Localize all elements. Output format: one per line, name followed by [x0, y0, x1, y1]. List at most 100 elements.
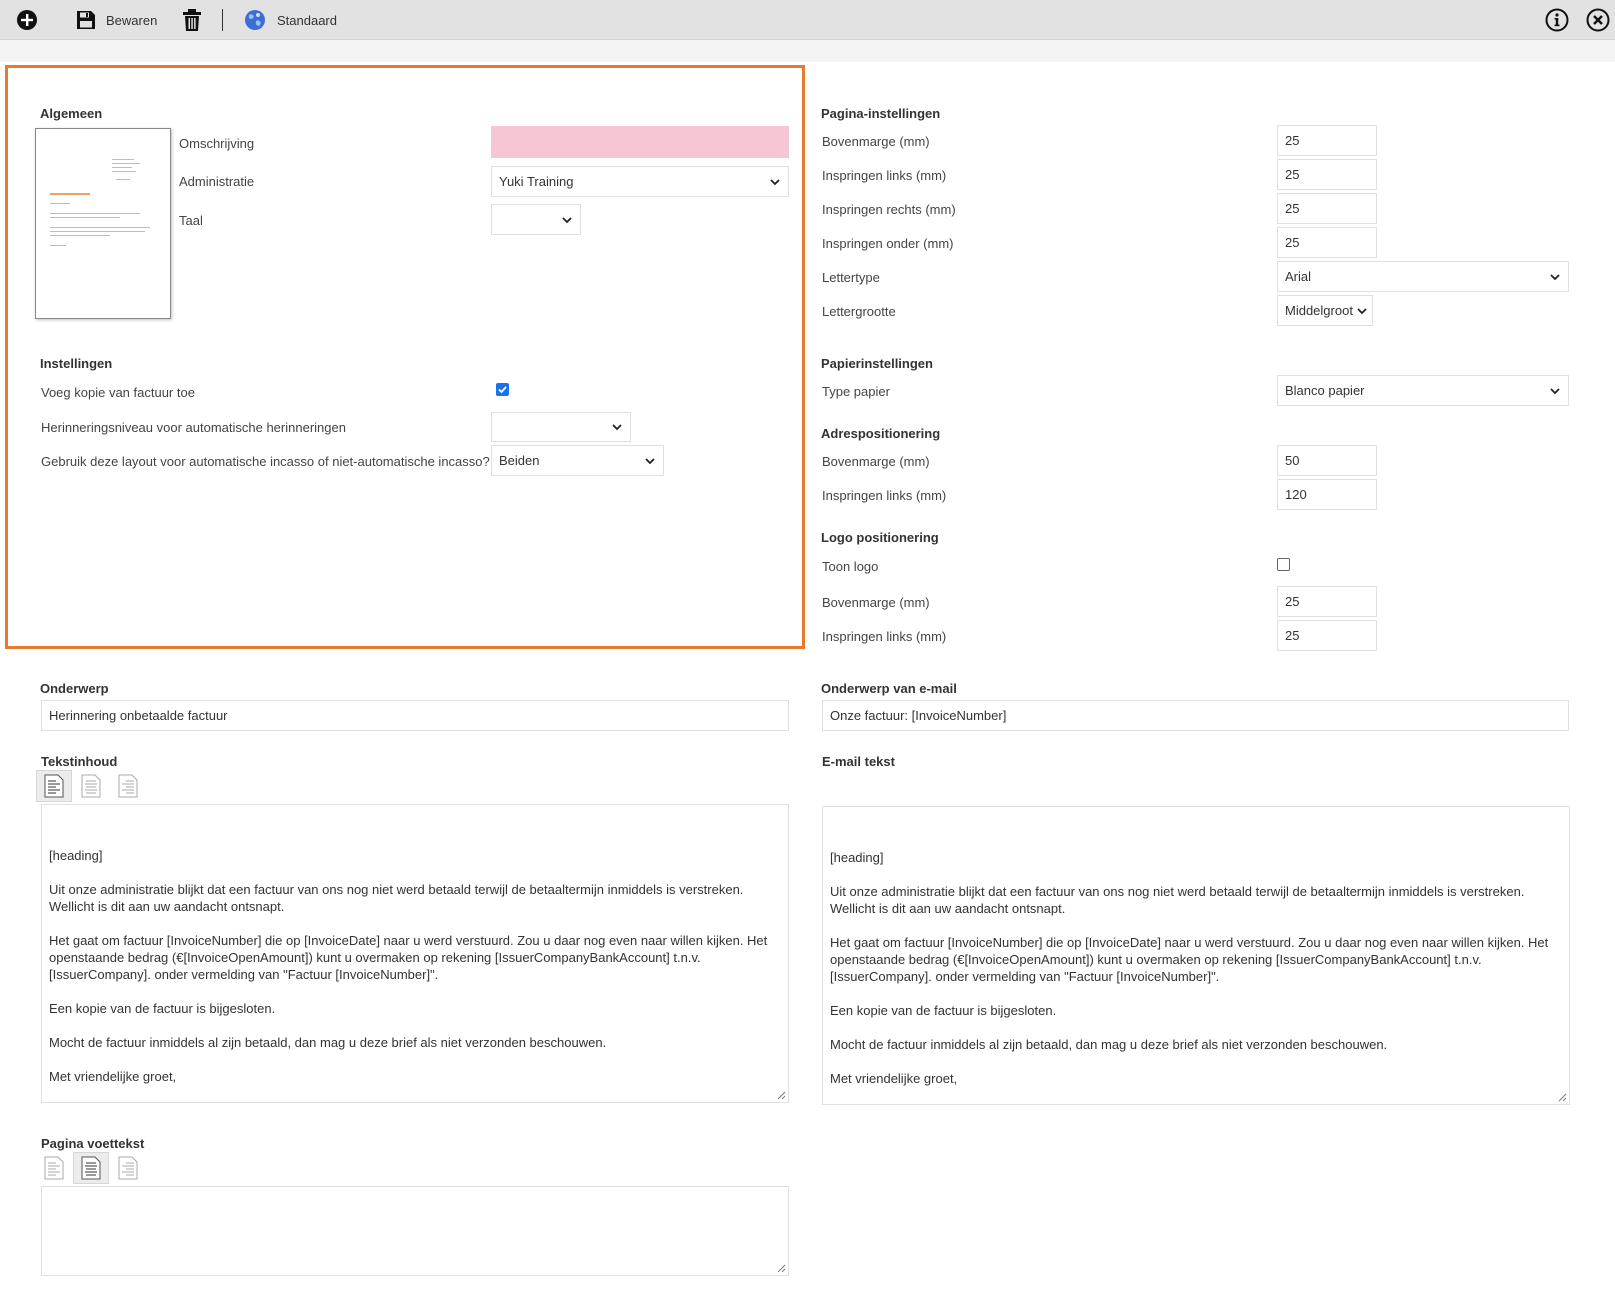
taal-select[interactable]: [491, 204, 581, 235]
section-title-pagina-voettekst: Pagina voettekst: [41, 1136, 145, 1151]
type-papier-label: Type papier: [822, 384, 890, 399]
pagina-inspringen-rechts-input[interactable]: 25: [1277, 193, 1377, 224]
section-title-pagina-instellingen: Pagina-instellingen: [821, 106, 941, 121]
adres-inspringen-links-label: Inspringen links (mm): [822, 488, 947, 503]
section-title-logo-positionering: Logo positionering: [821, 530, 939, 545]
incasso-select[interactable]: Beiden: [491, 445, 664, 476]
resize-handle-icon[interactable]: [777, 1264, 786, 1273]
lettergrootte-label: Lettergrootte: [822, 304, 896, 319]
onderwerp-input[interactable]: Herinnering onbetaalde factuur: [41, 700, 789, 731]
chevron-down-icon: [1550, 273, 1560, 280]
chevron-down-icon: [1357, 307, 1367, 314]
tekstinhoud-text: [heading] Uit onze administratie blijkt …: [49, 848, 768, 1084]
pagina-inspringen-links-input[interactable]: 25: [1277, 159, 1377, 190]
lettergrootte-select-value: Middelgroot: [1285, 303, 1353, 318]
omschrijving-label: Omschrijving: [179, 136, 255, 151]
pagina-bovenmarge-label: Bovenmarge (mm): [822, 134, 930, 149]
align-right-icon: [118, 1156, 138, 1180]
administratie-label: Administratie: [179, 174, 255, 189]
voettekst-align-right-button[interactable]: [110, 1152, 146, 1184]
align-center-icon: [81, 774, 101, 798]
adres-bovenmarge-label: Bovenmarge (mm): [822, 454, 930, 469]
checkmark-icon: [498, 386, 507, 394]
save-button-label: Bewaren: [106, 12, 158, 28]
herinneringsniveau-select[interactable]: [491, 412, 631, 442]
email-tekst-textarea[interactable]: [heading] Uit onze administratie blijkt …: [822, 806, 1570, 1105]
administratie-select-value: Yuki Training: [499, 174, 574, 189]
pagina-inspringen-onder-input[interactable]: 25: [1277, 227, 1377, 258]
default-button-label: Standaard: [277, 12, 337, 28]
close-circle-icon: [1586, 8, 1610, 32]
add-button[interactable]: [16, 0, 38, 40]
tekstinhoud-textarea[interactable]: [heading] Uit onze administratie blijkt …: [41, 804, 789, 1103]
taal-label: Taal: [179, 213, 203, 228]
omschrijving-input[interactable]: [491, 126, 789, 158]
tekstinhoud-align-left-button[interactable]: [36, 770, 72, 802]
align-right-icon: [118, 774, 138, 798]
pagina-inspringen-links-label: Inspringen links (mm): [822, 168, 947, 183]
section-title-algemeen: Algemeen: [40, 106, 103, 121]
adres-inspringen-links-input[interactable]: 120: [1277, 479, 1377, 510]
section-title-instellingen: Instellingen: [40, 356, 113, 371]
toolbar: Bewaren Standaard: [0, 0, 1615, 40]
pagina-inspringen-onder-label: Inspringen onder (mm): [822, 236, 954, 251]
logo-inspringen-links-input[interactable]: 25: [1277, 620, 1377, 651]
tekstinhoud-align-right-button[interactable]: [110, 770, 146, 802]
trash-icon: [183, 9, 201, 31]
toolbar-separator: [222, 9, 223, 31]
incasso-select-value: Beiden: [499, 453, 540, 468]
align-left-icon: [44, 1156, 64, 1180]
chevron-down-icon: [1550, 387, 1560, 394]
logo-bovenmarge-input[interactable]: 25: [1277, 586, 1377, 617]
plus-circle-icon: [17, 10, 37, 30]
adres-bovenmarge-input[interactable]: 50: [1277, 445, 1377, 476]
lettertype-label: Lettertype: [822, 270, 880, 285]
section-title-papierinstellingen: Papierinstellingen: [821, 356, 933, 371]
delete-button[interactable]: [182, 0, 202, 40]
herinneringsniveau-label: Herinneringsniveau voor automatische her…: [41, 420, 346, 435]
section-title-email-tekst: E-mail tekst: [822, 754, 895, 769]
info-circle-icon: [1545, 8, 1569, 32]
toon-logo-label: Toon logo: [822, 559, 879, 574]
align-left-icon: [44, 774, 64, 798]
section-title-adrespositionering: Adrespositionering: [821, 426, 941, 441]
chevron-down-icon: [770, 178, 780, 185]
kopie-factuur-checkbox[interactable]: [496, 383, 509, 396]
layout-preview-thumbnail[interactable]: [35, 128, 171, 319]
default-button[interactable]: Standaard: [244, 0, 337, 40]
onderwerp-email-input[interactable]: Onze factuur: [InvoiceNumber]: [822, 700, 1569, 731]
save-button[interactable]: Bewaren: [76, 0, 157, 40]
type-papier-select[interactable]: Blanco papier: [1277, 375, 1569, 406]
kopie-factuur-label: Voeg kopie van factuur toe: [41, 385, 195, 400]
logo-inspringen-links-label: Inspringen links (mm): [822, 629, 947, 644]
resize-handle-icon[interactable]: [777, 1091, 786, 1100]
type-papier-select-value: Blanco papier: [1285, 383, 1365, 398]
chevron-down-icon: [612, 424, 622, 431]
globe-icon: [245, 10, 265, 30]
lettergrootte-select[interactable]: Middelgroot: [1277, 295, 1373, 326]
lettertype-select-value: Arial: [1285, 269, 1312, 284]
logo-bovenmarge-label: Bovenmarge (mm): [822, 595, 930, 610]
incasso-label: Gebruik deze layout voor automatische in…: [41, 454, 490, 469]
section-title-onderwerp: Onderwerp: [40, 681, 109, 696]
lettertype-select[interactable]: Arial: [1277, 261, 1569, 292]
voettekst-align-center-button[interactable]: [73, 1152, 109, 1184]
pagina-inspringen-rechts-label: Inspringen rechts (mm): [822, 202, 956, 217]
close-button[interactable]: [1586, 0, 1610, 40]
chevron-down-icon: [645, 457, 655, 464]
section-title-tekstinhoud: Tekstinhoud: [41, 754, 118, 769]
pagina-bovenmarge-input[interactable]: 25: [1277, 125, 1377, 156]
align-center-icon: [81, 1156, 101, 1180]
tekstinhoud-align-center-button[interactable]: [73, 770, 109, 802]
toon-logo-checkbox[interactable]: [1277, 558, 1290, 571]
voettekst-textarea[interactable]: [41, 1186, 789, 1276]
chevron-down-icon: [562, 216, 572, 223]
email-tekst-text: [heading] Uit onze administratie blijkt …: [830, 850, 1549, 1086]
floppy-disk-icon: [77, 11, 95, 29]
section-title-onderwerp-email: Onderwerp van e-mail: [821, 681, 957, 696]
administratie-select[interactable]: Yuki Training: [491, 166, 789, 197]
info-button[interactable]: [1545, 0, 1569, 40]
resize-handle-icon[interactable]: [1558, 1093, 1567, 1102]
voettekst-align-left-button[interactable]: [36, 1152, 72, 1184]
sub-toolbar-strip: [0, 40, 1615, 62]
